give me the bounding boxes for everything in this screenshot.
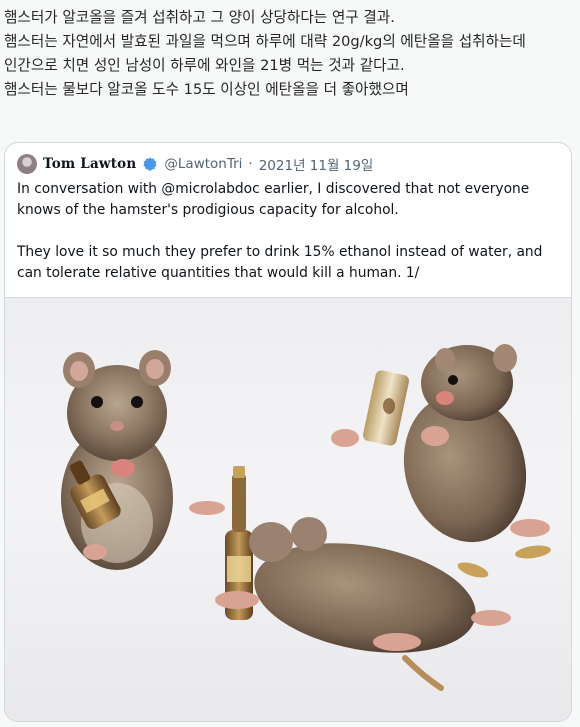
lying-hamster xyxy=(215,517,511,691)
tweet-date[interactable]: 2021년 11월 19일 xyxy=(259,154,374,174)
tweet-paragraph-2: They love it so much they prefer to drin… xyxy=(17,244,543,281)
verified-badge-icon xyxy=(143,157,158,171)
hamster-photo-illustration xyxy=(61,344,551,691)
handle[interactable]: @LawtonTri xyxy=(164,156,242,172)
right-hamster xyxy=(331,344,550,543)
tweet-body: In conversation with @microlabdoc earlie… xyxy=(17,179,562,284)
post-text: 햄스터가 알코올을 즐겨 섭취하고 그 양이 상당하다는 연구 결과. 햄스터는… xyxy=(4,9,526,98)
quoted-tweet-card[interactable]: Tom Lawton @LawtonTri · 2021년 11월 19일 In… xyxy=(4,142,572,722)
tweet-paragraph-1: In conversation with @microlabdoc earlie… xyxy=(17,181,530,218)
meta-separator: · xyxy=(248,156,253,172)
display-name[interactable]: Tom Lawton xyxy=(43,156,136,172)
tweet-media-photo[interactable] xyxy=(5,297,571,721)
left-hamster xyxy=(61,350,225,570)
tweet-header: Tom Lawton @LawtonTri · 2021년 11월 19일 xyxy=(17,153,373,175)
avatar[interactable] xyxy=(17,154,37,174)
